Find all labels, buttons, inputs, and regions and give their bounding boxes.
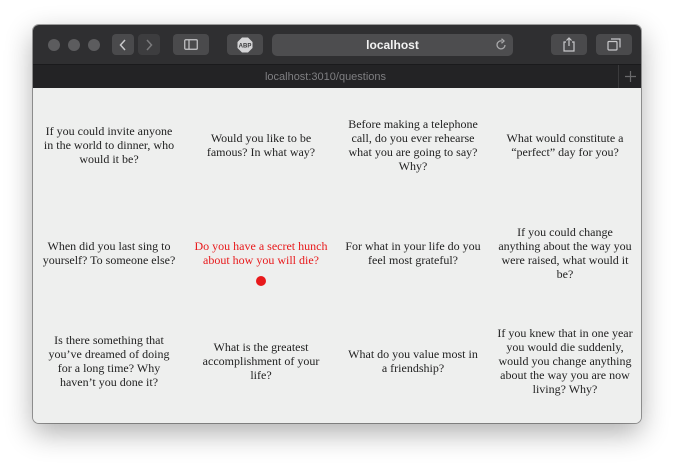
question-text: Is there something that you’ve dreamed o… [48,333,170,389]
question-card[interactable]: What do you value most in a friendship? [337,307,489,415]
browser-window: ABP localhost localhost:3010/questions I… [33,25,641,423]
share-icon [563,37,575,52]
question-text: For what in your life do you feel most g… [345,239,481,267]
active-marker-dot [256,276,266,286]
new-tab-button[interactable] [618,65,641,88]
question-card[interactable]: For what in your life do you feel most g… [337,199,489,307]
svg-text:ABP: ABP [239,43,252,49]
reload-icon [496,38,506,50]
tab-title: localhost:3010/questions [264,71,387,83]
chevron-right-icon [146,38,153,51]
address-text: localhost [366,38,419,52]
close-window-button[interactable] [48,39,60,51]
plus-icon [624,71,636,82]
chevron-left-icon [119,38,126,51]
question-text: If you knew that in one year you would d… [497,326,633,396]
question-card[interactable]: Would you like to be famous? In what way… [185,91,337,199]
sidebar-button[interactable] [173,34,209,55]
question-text: What do you value most in a friendship? [348,347,478,375]
adblock-button[interactable]: ABP [227,34,263,55]
question-card[interactable]: If you knew that in one year you would d… [489,307,641,415]
question-card[interactable]: What is the greatest accomplishment of y… [185,307,337,415]
question-card-active[interactable]: Do you have a secret hunch about how you… [185,199,337,307]
abp-icon: ABP [237,37,253,52]
question-text: If you could invite anyone in the world … [43,124,175,166]
question-text: Would you like to be famous? In what way… [206,131,316,159]
tab-questions[interactable]: localhost:3010/questions [33,65,618,89]
question-card[interactable]: What would constitute a “perfect” day fo… [489,91,641,199]
tabs-overview-button[interactable] [596,34,632,55]
share-button[interactable] [551,34,587,55]
zoom-window-button[interactable] [88,39,100,51]
question-card[interactable]: When did you last sing to yourself? To s… [33,199,185,307]
question-text: Before making a telephone call, do you e… [348,117,478,173]
tab-bar: localhost:3010/questions [33,64,641,88]
question-card[interactable]: If you could invite anyone in the world … [33,91,185,199]
question-text: What is the greatest accomplishment of y… [202,340,320,382]
back-button[interactable] [112,34,134,55]
forward-button[interactable] [138,34,160,55]
question-text: When did you last sing to yourself? To s… [42,239,176,267]
sidebar-icon [184,39,198,50]
reload-button[interactable] [495,38,507,56]
tabs-overview-icon [607,38,621,51]
question-text: Do you have a secret hunch about how you… [194,239,328,267]
question-card[interactable]: If you could change anything about the w… [489,199,641,307]
question-card[interactable]: Is there something that you’ve dreamed o… [33,307,185,415]
question-text: What would constitute a “perfect” day fo… [506,131,624,159]
question-text: If you could change anything about the w… [498,225,632,281]
question-card[interactable]: Before making a telephone call, do you e… [337,91,489,199]
address-bar[interactable]: localhost [272,34,513,56]
minimize-window-button[interactable] [68,39,80,51]
browser-toolbar: ABP localhost [33,25,641,64]
questions-grid: If you could invite anyone in the world … [33,88,641,423]
